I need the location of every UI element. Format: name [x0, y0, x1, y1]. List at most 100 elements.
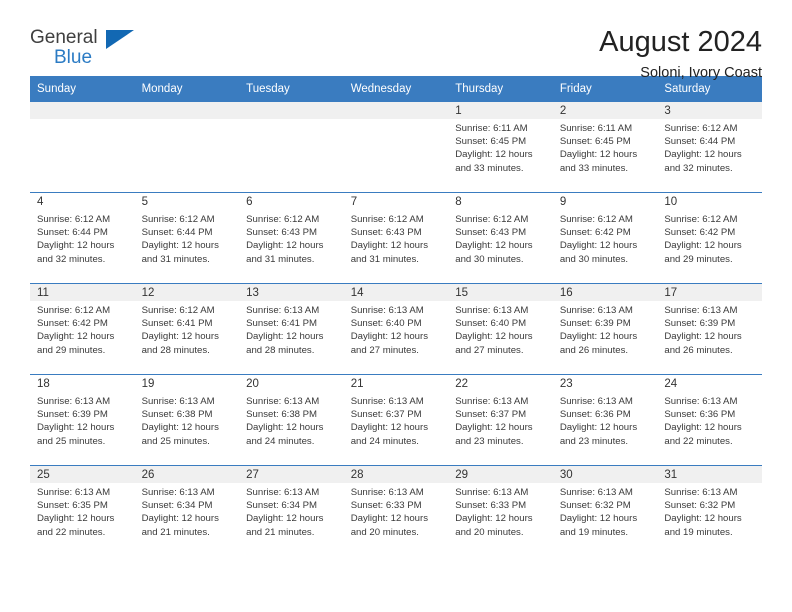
sunset-text: Sunset: 6:45 PM	[455, 136, 527, 148]
day-details: Sunrise: 6:13 AM Sunset: 6:41 PM Daylight:…	[239, 301, 344, 357]
calendar-day-cell[interactable]: 20 Sunrise: 6:13 AM Sunset: 6:38 PM Dayligh…	[239, 374, 344, 466]
day-details: Sunrise: 6:12 AM Sunset: 6:43 PM Daylight:…	[448, 210, 553, 266]
calendar-day-cell[interactable]: 9 Sunrise: 6:12 AM Sunset: 6:42 PM Daylight…	[552, 192, 658, 284]
calendar-day-cell[interactable]: 1 Sunrise: 6:11 AM Sunset: 6:45 PM Daylight…	[448, 101, 553, 193]
day-number: 10	[657, 193, 762, 210]
day-cell-content: 7 Sunrise: 6:12 AM Sunset: 6:43 PM Daylight…	[343, 193, 449, 283]
day-number: 31	[657, 466, 762, 483]
day-details: Sunrise: 6:12 AM Sunset: 6:44 PM Daylight:…	[30, 210, 135, 266]
weekday-header-tuesday: Tuesday	[239, 76, 344, 102]
calendar-day-cell[interactable]: 25 Sunrise: 6:13 AM Sunset: 6:35 PM Dayligh…	[30, 465, 135, 556]
day-details: Sunrise: 6:13 AM Sunset: 6:36 PM Daylight:…	[553, 392, 658, 448]
day-cell-content	[134, 102, 240, 192]
day-number	[239, 102, 344, 119]
day-details: Sunrise: 6:12 AM Sunset: 6:44 PM Daylight:…	[135, 210, 240, 266]
day-details: Sunrise: 6:11 AM Sunset: 6:45 PM Daylight:…	[553, 119, 658, 175]
calendar-day-cell[interactable]: 22 Sunrise: 6:13 AM Sunset: 6:37 PM Dayligh…	[448, 374, 553, 466]
calendar-day-cell[interactable]: 31 Sunrise: 6:13 AM Sunset: 6:32 PM Dayligh…	[657, 465, 762, 556]
daylight-text-line1: Daylight: 12 hours	[664, 331, 742, 343]
daylight-text-line2: and 33 minutes.	[455, 162, 524, 174]
day-cell-content: 18 Sunrise: 6:13 AM Sunset: 6:39 PM Dayligh…	[30, 375, 135, 465]
calendar-day-cell[interactable]: 11 Sunrise: 6:12 AM Sunset: 6:42 PM Dayligh…	[30, 283, 135, 375]
sunrise-text: Sunrise: 6:13 AM	[350, 396, 424, 407]
sunset-text: Sunset: 6:41 PM	[246, 318, 318, 330]
calendar-day-cell[interactable]: 27 Sunrise: 6:13 AM Sunset: 6:34 PM Dayligh…	[239, 465, 344, 556]
sunset-text: Sunset: 6:37 PM	[455, 409, 527, 421]
sunset-text: Sunset: 6:34 PM	[246, 500, 318, 512]
sunrise-text: Sunrise: 6:13 AM	[37, 487, 111, 498]
daylight-text-line2: and 29 minutes.	[664, 253, 733, 265]
calendar-day-cell[interactable]: 24 Sunrise: 6:13 AM Sunset: 6:36 PM Dayligh…	[657, 374, 762, 466]
calendar-day-cell[interactable]: 23 Sunrise: 6:13 AM Sunset: 6:36 PM Dayligh…	[552, 374, 658, 466]
calendar-day-cell[interactable]: 28 Sunrise: 6:13 AM Sunset: 6:33 PM Dayligh…	[343, 465, 449, 556]
calendar-week-row: 25 Sunrise: 6:13 AM Sunset: 6:35 PM Dayligh…	[30, 465, 762, 556]
day-details: Sunrise: 6:12 AM Sunset: 6:42 PM Daylight:…	[553, 210, 658, 266]
sunrise-text: Sunrise: 6:12 AM	[350, 214, 424, 225]
daylight-text-line2: and 33 minutes.	[559, 162, 629, 174]
sunset-text: Sunset: 6:42 PM	[559, 227, 631, 239]
day-cell-content: 23 Sunrise: 6:13 AM Sunset: 6:36 PM Dayligh…	[552, 375, 658, 465]
sunrise-text: Sunrise: 6:12 AM	[455, 214, 529, 225]
daylight-text-line2: and 26 minutes.	[559, 344, 629, 356]
calendar-day-cell[interactable]: 3 Sunrise: 6:12 AM Sunset: 6:44 PM Daylight…	[657, 101, 762, 193]
sunset-text: Sunset: 6:39 PM	[559, 318, 631, 330]
day-number	[30, 102, 135, 119]
daylight-text-line1: Daylight: 12 hours	[455, 513, 533, 525]
day-cell-content: 31 Sunrise: 6:13 AM Sunset: 6:32 PM Dayligh…	[657, 466, 762, 556]
day-cell-content: 26 Sunrise: 6:13 AM Sunset: 6:34 PM Dayligh…	[134, 466, 240, 556]
calendar-day-cell[interactable]: 5 Sunrise: 6:12 AM Sunset: 6:44 PM Daylight…	[134, 192, 240, 284]
day-cell-content: 9 Sunrise: 6:12 AM Sunset: 6:42 PM Daylight…	[552, 193, 658, 283]
calendar-week-row: 18 Sunrise: 6:13 AM Sunset: 6:39 PM Dayligh…	[30, 374, 762, 466]
daylight-text-line2: and 27 minutes.	[350, 344, 419, 356]
day-number: 8	[448, 193, 553, 210]
calendar-day-cell[interactable]: 18 Sunrise: 6:13 AM Sunset: 6:39 PM Dayligh…	[30, 374, 135, 466]
calendar-day-cell[interactable]: 16 Sunrise: 6:13 AM Sunset: 6:39 PM Dayligh…	[552, 283, 658, 375]
day-number: 27	[239, 466, 344, 483]
day-number: 7	[343, 193, 449, 210]
calendar-day-cell[interactable]: 4 Sunrise: 6:12 AM Sunset: 6:44 PM Daylight…	[30, 192, 135, 284]
daylight-text-line1: Daylight: 12 hours	[559, 240, 638, 252]
sunset-text: Sunset: 6:41 PM	[141, 318, 213, 330]
calendar-day-cell[interactable]: 6 Sunrise: 6:12 AM Sunset: 6:43 PM Daylight…	[239, 192, 344, 284]
day-cell-content: 1 Sunrise: 6:11 AM Sunset: 6:45 PM Daylight…	[448, 102, 553, 192]
daylight-text-line1: Daylight: 12 hours	[246, 240, 324, 252]
day-cell-content: 29 Sunrise: 6:13 AM Sunset: 6:33 PM Dayligh…	[448, 466, 553, 556]
sunset-text: Sunset: 6:38 PM	[246, 409, 318, 421]
calendar-week-row: 11 Sunrise: 6:12 AM Sunset: 6:42 PM Dayligh…	[30, 283, 762, 375]
sunset-text: Sunset: 6:44 PM	[37, 227, 108, 239]
day-number	[134, 102, 240, 119]
day-cell-content: 6 Sunrise: 6:12 AM Sunset: 6:43 PM Daylight…	[239, 193, 344, 283]
calendar-day-cell[interactable]: 26 Sunrise: 6:13 AM Sunset: 6:34 PM Dayligh…	[134, 465, 240, 556]
day-details: Sunrise: 6:12 AM Sunset: 6:43 PM Daylight:…	[239, 210, 344, 266]
day-cell-content: 12 Sunrise: 6:12 AM Sunset: 6:41 PM Dayligh…	[134, 284, 240, 374]
calendar-day-cell[interactable]: 2 Sunrise: 6:11 AM Sunset: 6:45 PM Daylight…	[552, 101, 658, 193]
daylight-text-line1: Daylight: 12 hours	[246, 422, 324, 434]
calendar-day-cell[interactable]: 8 Sunrise: 6:12 AM Sunset: 6:43 PM Daylight…	[448, 192, 553, 284]
calendar-day-cell[interactable]: 13 Sunrise: 6:13 AM Sunset: 6:41 PM Dayligh…	[239, 283, 344, 375]
day-number: 18	[30, 375, 135, 392]
calendar-day-cell[interactable]: 29 Sunrise: 6:13 AM Sunset: 6:33 PM Dayligh…	[448, 465, 553, 556]
calendar-day-cell[interactable]: 7 Sunrise: 6:12 AM Sunset: 6:43 PM Daylight…	[343, 192, 449, 284]
sunrise-text: Sunrise: 6:12 AM	[664, 123, 738, 134]
calendar-day-cell[interactable]: 30 Sunrise: 6:13 AM Sunset: 6:32 PM Dayligh…	[552, 465, 658, 556]
day-cell-content: 15 Sunrise: 6:13 AM Sunset: 6:40 PM Dayligh…	[448, 284, 553, 374]
general-blue-logo[interactable]: General Blue	[30, 26, 150, 68]
sunrise-text: Sunrise: 6:13 AM	[664, 305, 738, 316]
day-details: Sunrise: 6:13 AM Sunset: 6:39 PM Daylight:…	[30, 392, 135, 448]
calendar-day-cell[interactable]: 14 Sunrise: 6:13 AM Sunset: 6:40 PM Dayligh…	[343, 283, 449, 375]
daylight-text-line2: and 25 minutes.	[37, 435, 106, 447]
day-number: 24	[657, 375, 762, 392]
day-number: 1	[448, 102, 553, 119]
daylight-text-line1: Daylight: 12 hours	[350, 331, 429, 343]
calendar-day-cell[interactable]: 17 Sunrise: 6:13 AM Sunset: 6:39 PM Dayligh…	[657, 283, 762, 375]
calendar-day-cell[interactable]: 10 Sunrise: 6:12 AM Sunset: 6:42 PM Dayligh…	[657, 192, 762, 284]
calendar-day-cell[interactable]: 21 Sunrise: 6:13 AM Sunset: 6:37 PM Dayligh…	[343, 374, 449, 466]
calendar-day-cell[interactable]: 12 Sunrise: 6:12 AM Sunset: 6:41 PM Dayligh…	[134, 283, 240, 375]
calendar-day-cell[interactable]: 19 Sunrise: 6:13 AM Sunset: 6:38 PM Dayligh…	[134, 374, 240, 466]
calendar-day-cell[interactable]: 15 Sunrise: 6:13 AM Sunset: 6:40 PM Dayligh…	[448, 283, 553, 375]
day-number: 6	[239, 193, 344, 210]
sunset-text: Sunset: 6:32 PM	[559, 500, 631, 512]
day-details: Sunrise: 6:12 AM Sunset: 6:42 PM Daylight:…	[30, 301, 135, 357]
day-cell-content: 8 Sunrise: 6:12 AM Sunset: 6:43 PM Daylight…	[448, 193, 553, 283]
logo-text-blue: Blue	[54, 47, 93, 68]
